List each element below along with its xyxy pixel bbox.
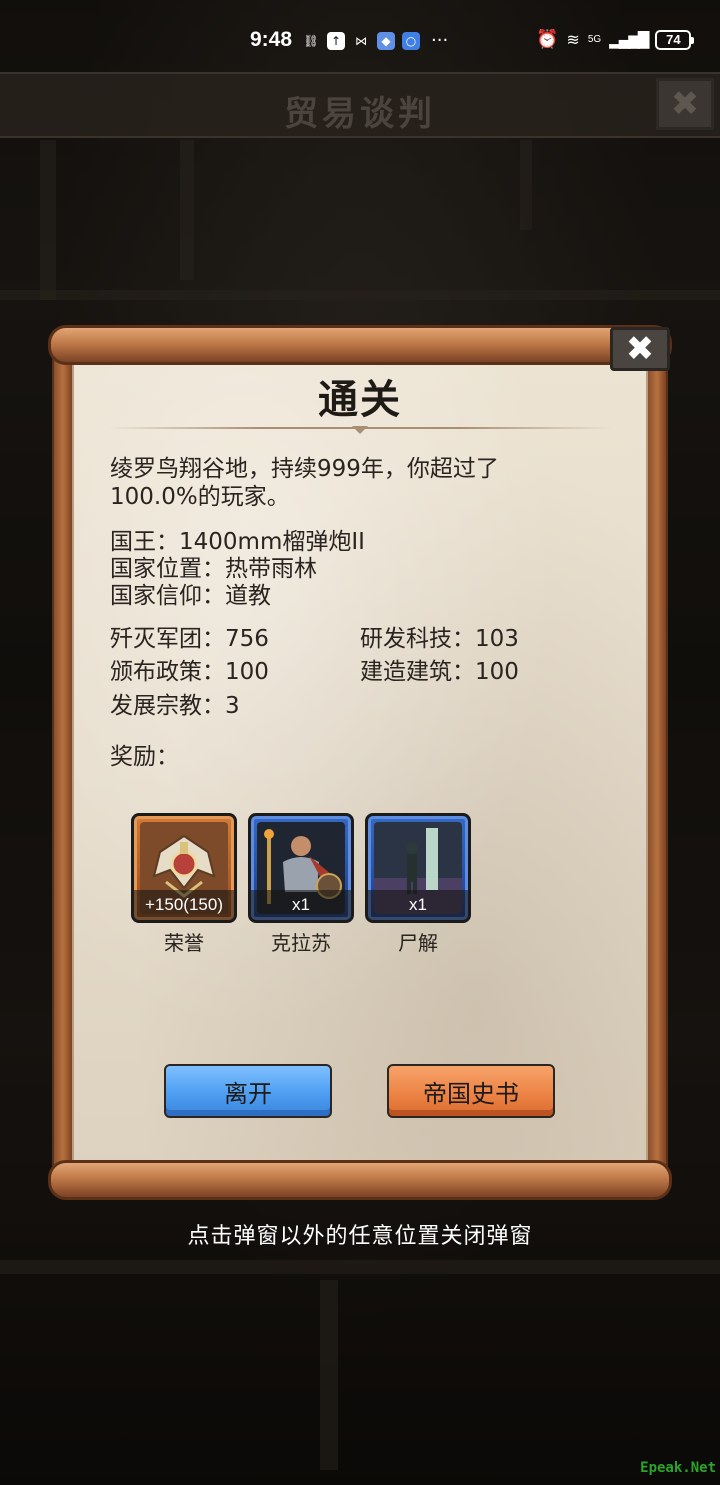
rewards-label: 奖励： bbox=[110, 744, 179, 770]
link-icon: ⛓ bbox=[303, 33, 319, 48]
scroll-rod-top bbox=[48, 325, 672, 365]
stat-tech: 研发科技：103 bbox=[360, 626, 519, 652]
summary-line-1: 绫罗鸟翔谷地，持续999年，你超过了 bbox=[110, 456, 499, 482]
watermark: Epeak.Net bbox=[640, 1460, 716, 1476]
wifi-icon: ≋ bbox=[566, 30, 580, 49]
app-icon: ○ bbox=[402, 31, 420, 50]
stat-legions: 歼灭军团：756 bbox=[110, 626, 269, 652]
close-hint: 点击弹窗以外的任意位置关闭弹窗 bbox=[187, 1224, 533, 1249]
reward-crassus[interactable]: x1 bbox=[248, 813, 354, 923]
header-close-button[interactable]: ✖ bbox=[656, 78, 714, 130]
stat-policies: 颁布政策：100 bbox=[110, 659, 269, 685]
system-icons: ⏰ ≋ 5G ▂▄▆█ 74 bbox=[536, 29, 695, 50]
battery-icon: 74 bbox=[655, 29, 695, 50]
dialog-close-button[interactable]: ✖ bbox=[610, 327, 670, 371]
game-header: 贸易谈判 bbox=[0, 72, 720, 138]
reward-quantity: +150(150) bbox=[134, 890, 234, 920]
status-time: 9:48 bbox=[250, 28, 293, 51]
signal-icon: ▂▄▆█ bbox=[609, 30, 649, 49]
reward-quantity: x1 bbox=[368, 890, 468, 920]
leave-button[interactable]: 离开 bbox=[164, 1064, 332, 1118]
reward-name: 荣誉 bbox=[164, 931, 204, 955]
bowtie-icon: ⋈ bbox=[355, 33, 367, 48]
reward-corpse-liberation[interactable]: x1 bbox=[365, 813, 471, 923]
notification-icons: ⛓ ↑ ⋈ ◆ ○ ··· bbox=[302, 30, 448, 51]
app-icon: ◆ bbox=[377, 31, 395, 50]
empire-history-button[interactable]: 帝国史书 bbox=[387, 1064, 555, 1118]
title-divider bbox=[108, 426, 612, 434]
scroll-rod-bottom bbox=[48, 1160, 672, 1200]
stat-buildings: 建造建筑：100 bbox=[360, 659, 519, 685]
reward-name: 克拉苏 bbox=[271, 931, 331, 955]
upload-icon: ↑ bbox=[327, 31, 345, 50]
signal-label: 5G bbox=[587, 34, 602, 45]
location-info: 国家位置：热带雨林 bbox=[110, 556, 317, 582]
scroll-edge-left bbox=[52, 355, 74, 1170]
reward-quantity: x1 bbox=[251, 890, 351, 920]
header-title: 贸易谈判 bbox=[284, 94, 436, 134]
faith-info: 国家信仰：道教 bbox=[110, 583, 271, 609]
reward-name: 尸解 bbox=[398, 931, 438, 955]
victory-dialog: ✖ 通关 绫罗鸟翔谷地，持续999年，你超过了 100.0%的玩家。 国王：14… bbox=[48, 325, 672, 1205]
king-info: 国王：1400mm榴弹炮II bbox=[110, 529, 365, 555]
stat-religions: 发展宗教：3 bbox=[110, 693, 240, 719]
more-icon: ··· bbox=[431, 30, 449, 51]
reward-honor[interactable]: +150(150) bbox=[131, 813, 237, 923]
scroll-edge-right bbox=[646, 355, 668, 1170]
status-bar: 9:48 ⛓ ↑ ⋈ ◆ ○ ··· ⏰ ≋ 5G ▂▄▆█ 74 bbox=[0, 0, 720, 72]
dialog-title: 通关 bbox=[318, 377, 402, 423]
summary-line-2: 100.0%的玩家。 bbox=[110, 484, 290, 510]
alarm-icon: ⏰ bbox=[536, 29, 559, 50]
